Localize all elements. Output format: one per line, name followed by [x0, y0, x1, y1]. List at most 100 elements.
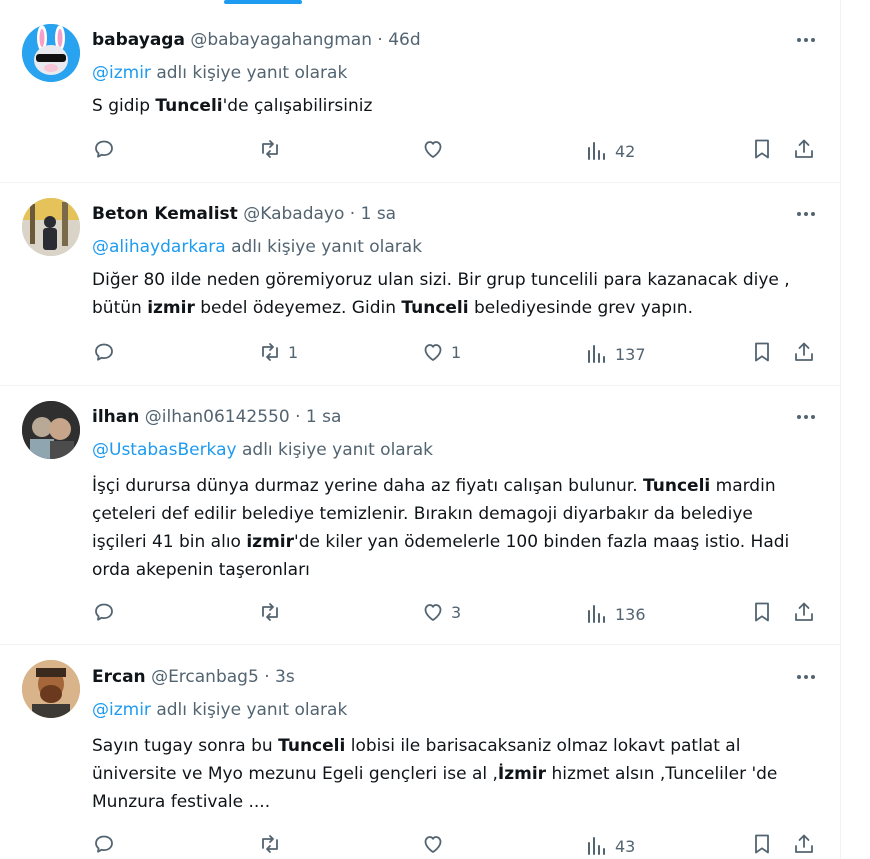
separator-dot: ·: [377, 30, 383, 50]
reply-context-label: adlı kişiye yanıt olarak: [242, 440, 433, 460]
views-button[interactable]: 137: [585, 342, 646, 366]
user-handle[interactable]: @Kabadayo: [243, 204, 344, 224]
view-count: 42: [615, 141, 636, 161]
highlighted-keyword: izmir: [147, 298, 195, 318]
retweet-button[interactable]: [258, 600, 288, 624]
retweet-icon: [262, 343, 278, 361]
views-button[interactable]: 42: [585, 139, 635, 163]
share-icon: [795, 602, 813, 621]
tweet[interactable]: ilhan @ilhan06142550 · 1 sa @UstabasBerk…: [0, 386, 840, 645]
text-segment: belediyesinde grev yapın.: [468, 298, 693, 318]
separator-dot: ·: [264, 667, 270, 687]
retweet-button[interactable]: [258, 137, 288, 161]
tweet[interactable]: Ercan @Ercanbag5 · 3s @izmir adlı kişiye…: [0, 645, 840, 859]
highlighted-keyword: Tunceli: [155, 96, 223, 116]
like-button[interactable]: 1: [421, 340, 461, 364]
heart-icon: [424, 604, 442, 621]
tweet-header: Beton Kemalist @Kabadayo · 1 sa: [92, 204, 396, 224]
timestamp[interactable]: 3s: [275, 667, 295, 687]
share-icon: [795, 139, 813, 158]
share-icon: [795, 834, 813, 853]
like-button[interactable]: [421, 137, 451, 161]
avatar[interactable]: [22, 660, 80, 718]
timestamp[interactable]: 46d: [388, 30, 420, 50]
comment-icon: [95, 343, 113, 361]
mention-link[interactable]: @alihaydarkara: [92, 237, 226, 257]
share-button[interactable]: [792, 832, 816, 856]
reply-context: @alihaydarkara adlı kişiye yanıt olarak: [92, 237, 422, 257]
tweet[interactable]: babayaga @babayagahangman · 46d @izmir a…: [0, 12, 840, 183]
silhouette-avatar-icon: [22, 198, 80, 256]
column-divider: [840, 0, 841, 859]
bookmark-button[interactable]: [750, 600, 774, 624]
reply-button[interactable]: [92, 600, 122, 624]
reply-button[interactable]: [92, 832, 122, 856]
avatar[interactable]: [22, 24, 80, 82]
more-icon[interactable]: [794, 30, 818, 50]
tweet-text: Sayın tugay sonra bu Tunceli lobisi ile …: [92, 732, 812, 816]
bookmark-icon: [755, 834, 769, 854]
views-button[interactable]: 136: [585, 602, 646, 626]
bookmark-button[interactable]: [750, 340, 774, 364]
highlighted-keyword: izmir: [246, 532, 295, 552]
tweet[interactable]: Beton Kemalist @Kabadayo · 1 sa @alihayd…: [0, 183, 840, 386]
timestamp[interactable]: 1 sa: [361, 204, 397, 224]
mention-link[interactable]: @izmir: [92, 700, 151, 720]
portrait-avatar-icon: [22, 660, 80, 718]
tweet-text: S gidip Tunceli'de çalışabilirsiniz: [92, 92, 812, 120]
reply-button[interactable]: [92, 137, 122, 161]
reply-context: @izmir adlı kişiye yanıt olarak: [92, 700, 347, 720]
share-button[interactable]: [792, 137, 816, 161]
like-button[interactable]: 3: [421, 600, 461, 624]
text-segment: bedel ödeyemez. Gidin: [194, 298, 402, 318]
timestamp[interactable]: 1 sa: [306, 407, 342, 427]
highlighted-keyword: Tunceli: [643, 476, 711, 496]
avatar[interactable]: [22, 401, 80, 459]
tweet-header: ilhan @ilhan06142550 · 1 sa: [92, 407, 341, 427]
more-icon[interactable]: [794, 667, 818, 687]
highlighted-keyword: Tunceli: [278, 736, 346, 756]
views-button[interactable]: 43: [585, 834, 635, 858]
bookmark-button[interactable]: [750, 832, 774, 856]
views-icon: [588, 142, 605, 160]
retweet-button[interactable]: [258, 832, 288, 856]
more-icon[interactable]: [794, 407, 818, 427]
reply-context-label: adlı kişiye yanıt olarak: [231, 237, 423, 257]
avatar[interactable]: [22, 198, 80, 256]
reply-context: @UstabasBerkay adlı kişiye yanıt olarak: [92, 440, 433, 460]
retweet-icon: [262, 835, 278, 853]
heart-icon: [424, 344, 442, 361]
like-count: 3: [451, 602, 462, 622]
reply-button[interactable]: [92, 340, 122, 364]
bookmark-icon: [755, 602, 769, 622]
retweet-button[interactable]: 1: [258, 340, 298, 364]
display-name[interactable]: ilhan: [92, 407, 139, 427]
heart-icon: [424, 836, 442, 853]
user-handle[interactable]: @ilhan06142550: [145, 407, 290, 427]
user-handle[interactable]: @babayagahangman: [190, 30, 372, 50]
retweet-count: 1: [288, 342, 299, 362]
separator-dot: ·: [295, 407, 301, 427]
heart-icon: [424, 141, 442, 158]
more-icon[interactable]: [794, 204, 818, 224]
comment-icon: [95, 603, 113, 621]
share-button[interactable]: [792, 600, 816, 624]
text-segment: Sayın tugay sonra bu: [92, 736, 279, 756]
rabbit-avatar-icon: [22, 24, 80, 82]
share-button[interactable]: [792, 340, 816, 364]
bookmark-button[interactable]: [750, 137, 774, 161]
mention-link[interactable]: @izmir: [92, 63, 151, 83]
user-handle[interactable]: @Ercanbag5: [151, 667, 259, 687]
active-tab-indicator: [224, 0, 302, 4]
views-icon: [588, 837, 605, 855]
display-name[interactable]: babayaga: [92, 30, 185, 50]
reply-context-label: adlı kişiye yanıt olarak: [156, 63, 348, 83]
mention-link[interactable]: @UstabasBerkay: [92, 440, 237, 460]
display-name[interactable]: Ercan: [92, 667, 146, 687]
view-count: 136: [615, 604, 646, 624]
comment-icon: [95, 835, 113, 853]
share-icon: [795, 342, 813, 361]
like-button[interactable]: [421, 832, 451, 856]
retweet-icon: [262, 140, 278, 158]
display-name[interactable]: Beton Kemalist: [92, 204, 238, 224]
